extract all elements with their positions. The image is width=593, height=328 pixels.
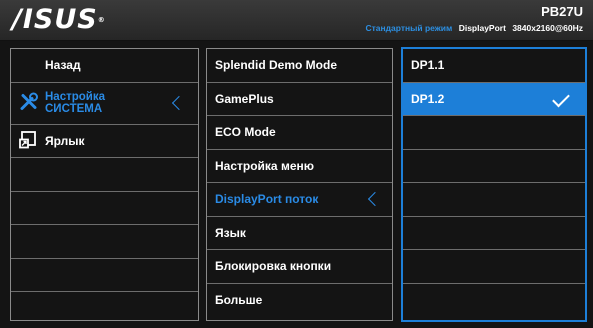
osd-menu: /ISUS® PB27U Стандартный режим DisplayPo… — [0, 0, 593, 328]
checkmark-icon — [552, 89, 570, 107]
model-name: PB27U — [541, 4, 583, 19]
option-empty — [403, 116, 585, 150]
option-empty — [403, 150, 585, 183]
menu-item-language[interactable]: Язык — [207, 217, 392, 250]
menu-item-displayport-stream[interactable]: DisplayPort поток — [207, 183, 392, 217]
menu-item-label: Блокировка кнопки — [215, 259, 332, 274]
system-setup-line2: СИСТЕМА — [45, 103, 103, 115]
option-dp12[interactable]: DP1.2 — [403, 82, 585, 116]
option-dp11[interactable]: DP1.1 — [403, 49, 585, 83]
option-empty — [403, 183, 585, 217]
system-setup-line1: Настройка — [45, 91, 105, 103]
menu-item-label: Ярлык — [45, 133, 85, 148]
menu-item-osd-setup[interactable]: Настройка меню — [207, 150, 392, 183]
menu-item-more[interactable]: Больше — [207, 284, 392, 318]
header-bar: /ISUS® PB27U Стандартный режим DisplayPo… — [0, 0, 593, 41]
registered-mark: ® — [97, 16, 106, 24]
chevron-left-icon — [367, 192, 383, 207]
menu-item-empty — [11, 158, 198, 192]
menu-item-splendid-demo[interactable]: Splendid Demo Mode — [207, 49, 392, 83]
status-line: Стандартный режим DisplayPort 3840x2160@… — [365, 23, 583, 33]
option-label: DP1.2 — [411, 91, 445, 106]
option-empty — [403, 250, 585, 284]
menu-item-empty — [11, 292, 198, 326]
menu-item-system-setup[interactable]: Настройка СИСТЕМА — [11, 83, 198, 125]
system-setup-column: Splendid Demo Mode GamePlus ECO Mode Нас… — [206, 48, 393, 321]
menu-item-shortcut[interactable]: Ярлык — [11, 125, 198, 158]
asus-logo: /ISUS® — [12, 5, 106, 35]
displayport-stream-options: DP1.1 DP1.2 — [401, 47, 587, 322]
menu-item-label: Больше — [215, 293, 263, 308]
menu-item-key-lock[interactable]: Блокировка кнопки — [207, 250, 392, 284]
menu-item-empty — [11, 259, 198, 292]
status-input: DisplayPort — [458, 23, 506, 33]
shortcut-icon — [19, 130, 37, 151]
menu-item-label: ECO Mode — [215, 125, 276, 140]
logo-text: /ISUS — [12, 4, 98, 35]
option-empty — [403, 284, 585, 318]
menu-item-label: Splendid Demo Mode — [215, 58, 338, 73]
system-setup-label: Настройка СИСТЕМА — [45, 91, 105, 115]
menu-item-gameplus[interactable]: GamePlus — [207, 83, 392, 116]
main-menu-column: Назад Настройка СИСТЕМА Ярлык — [10, 48, 199, 321]
status-mode: Стандартный режим — [365, 23, 453, 33]
menu-item-label: Язык — [215, 225, 246, 240]
menu-item-label: Настройка меню — [215, 158, 314, 173]
menu-item-empty — [11, 225, 198, 259]
menu-item-label: DisplayPort поток — [215, 192, 319, 207]
menu-item-label: Назад — [45, 58, 81, 73]
chevron-left-icon — [171, 95, 187, 111]
menu-item-back[interactable]: Назад — [11, 49, 198, 83]
status-resolution: 3840x2160@60Hz — [512, 23, 583, 33]
menu-item-eco-mode[interactable]: ECO Mode — [207, 116, 392, 150]
option-label: DP1.1 — [411, 58, 445, 73]
menu-item-label: GamePlus — [215, 91, 274, 106]
menu-item-empty — [11, 192, 198, 225]
wrench-screwdriver-icon — [19, 92, 39, 115]
option-empty — [403, 217, 585, 250]
